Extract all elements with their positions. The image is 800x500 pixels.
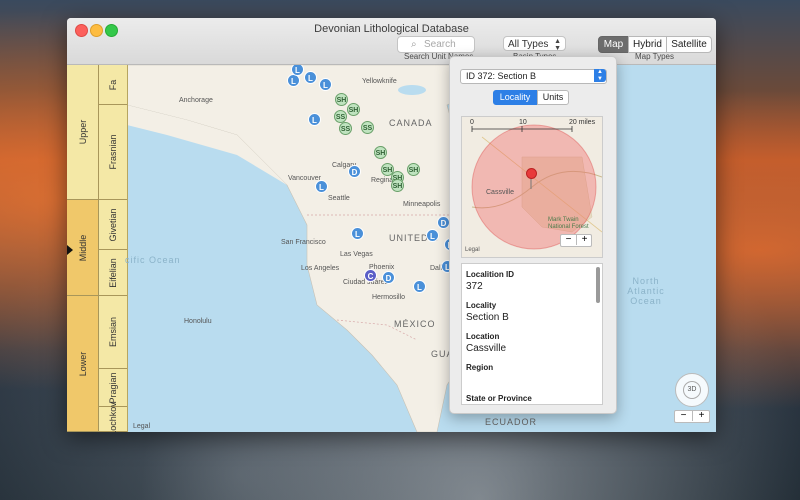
map-label: Minneapolis <box>403 201 441 208</box>
field-label: Region <box>466 363 494 372</box>
stage-eifelian[interactable]: Eifelian <box>99 250 127 296</box>
scale-tick: 10 <box>519 119 527 126</box>
locality-details: Localition ID 372 Locality Section B Loc… <box>461 263 603 405</box>
map-label: Anchorage <box>179 97 213 104</box>
map-label: San Francisco <box>281 239 326 246</box>
map-pin[interactable]: L <box>308 113 321 126</box>
stage-label: Pragian <box>108 371 118 404</box>
map-pin[interactable]: SS <box>361 121 374 134</box>
compass-control[interactable]: 3D <box>675 373 709 407</box>
stage-givetian[interactable]: Givetian <box>99 200 127 250</box>
map-label: Seattle <box>328 195 350 202</box>
map-type-hybrid[interactable]: Hybrid <box>628 36 667 53</box>
field-label: Locality <box>466 301 497 310</box>
stratigraphic-column: Upper Middle Lower Fa Frasnian Givetian … <box>67 65 128 432</box>
toolbar: Devonian Lithological Database ⌕ Search … <box>67 18 716 65</box>
minimap-label: Mark Twain National Forest <box>548 217 589 230</box>
map-pin[interactable]: L <box>319 78 332 91</box>
locality-minimap[interactable]: 0 10 20 miles Cassville Mark Twain Natio… <box>461 116 603 258</box>
map-pin[interactable]: SH <box>391 179 404 192</box>
epoch-label: Lower <box>77 351 88 376</box>
field-label: Localition ID <box>466 270 514 279</box>
map-types-caption: Map Types <box>635 52 674 61</box>
stage-fa[interactable]: Fa <box>99 65 127 105</box>
map-pin[interactable]: L <box>413 280 426 293</box>
map-zoom-control[interactable]: − + <box>674 410 710 423</box>
search-icon: ⌕ <box>411 39 417 50</box>
epoch-label: Upper <box>77 119 88 145</box>
ocean-label: North Atlantic Ocean <box>627 276 665 306</box>
map-pin[interactable]: SH <box>347 103 360 116</box>
map-label: CANADA <box>389 118 433 128</box>
map-label: ECUADOR <box>485 417 538 427</box>
map-pin[interactable]: L <box>315 180 328 193</box>
epoch-upper[interactable]: Upper <box>67 65 99 200</box>
detail-popover: ID 372: Section B ▲ ▼ Locality Units 0 10… <box>449 56 617 414</box>
field-label: State or Province <box>466 394 532 403</box>
map-label: Yellowknife <box>362 78 397 85</box>
stage-lochkovian[interactable]: Lochkov <box>99 402 127 432</box>
map-legal-link[interactable]: Legal <box>133 423 150 430</box>
epoch-lower[interactable]: Lower <box>67 296 99 432</box>
map-pin[interactable]: L <box>304 71 317 84</box>
minimap-zoom-out-button[interactable]: − <box>561 235 576 245</box>
minimap-zoom-control[interactable]: − + <box>560 234 592 247</box>
map-pin[interactable]: L <box>351 227 364 240</box>
map-pin[interactable]: D <box>382 271 395 284</box>
field-value: Section B <box>466 312 509 323</box>
map-label: Regina <box>371 177 394 184</box>
map-label: Los Angeles <box>301 265 340 272</box>
map-view[interactable]: Upper Middle Lower Fa Frasnian Givetian … <box>67 65 716 432</box>
field-label: Location <box>466 332 500 341</box>
record-select[interactable]: ID 372: Section B ▲ ▼ <box>460 69 607 84</box>
app-window: Devonian Lithological Database ⌕ Search … <box>67 18 716 432</box>
map-pin[interactable]: SH <box>407 163 420 176</box>
minimap-label: Cassville <box>486 189 515 196</box>
zoom-out-button[interactable]: − <box>675 411 692 421</box>
search-input[interactable]: ⌕ Search <box>397 36 475 53</box>
scale-tick: 0 <box>470 119 474 126</box>
search-placeholder: Search <box>424 39 456 50</box>
map-label: MÉXICO <box>394 319 436 329</box>
tab-locality[interactable]: Locality <box>493 90 537 105</box>
map-pin[interactable]: L <box>426 229 439 242</box>
tab-units[interactable]: Units <box>537 90 569 105</box>
current-stage-arrow-icon <box>67 245 73 255</box>
updown-arrows-icon: ▲ ▼ <box>594 69 606 82</box>
scale-tick: 20 miles <box>569 119 596 126</box>
map-pin[interactable]: D <box>348 165 361 178</box>
stage-label: Frasnian <box>108 134 118 170</box>
location-pin-icon <box>526 168 537 179</box>
stage-label: Givetian <box>108 207 118 242</box>
stage-label: Fa <box>108 79 118 90</box>
field-value: 372 <box>466 281 483 292</box>
stage-label: Emsian <box>108 316 118 348</box>
ocean-label: cific Ocean <box>125 255 181 265</box>
map-pin[interactable]: SS <box>339 122 352 135</box>
stage-emsian[interactable]: Emsian <box>99 296 127 369</box>
zoom-in-button[interactable]: + <box>692 411 710 421</box>
map-pin[interactable]: C <box>364 269 377 282</box>
details-scrollbar[interactable] <box>596 267 600 303</box>
window-title: Devonian Lithological Database <box>314 23 469 35</box>
stage-frasnian[interactable]: Frasnian <box>99 105 127 200</box>
field-value: Cassville <box>466 343 507 354</box>
updown-arrows-icon: ▲ ▼ <box>554 38 561 52</box>
stage-label: Lochkov <box>108 402 118 432</box>
map-label: Hermosillo <box>372 294 406 301</box>
map-label: Las Vegas <box>340 251 373 258</box>
map-type-satellite[interactable]: Satellite <box>666 36 712 53</box>
basin-type-value: All Types <box>508 39 549 50</box>
map-pin[interactable]: SH <box>335 93 348 106</box>
record-select-value: ID 372: Section B <box>466 71 537 81</box>
3d-toggle[interactable]: 3D <box>683 381 701 399</box>
epoch-label: Middle <box>77 234 88 261</box>
stage-label: Eifelian <box>108 257 118 288</box>
minimap-legal-link[interactable]: Legal <box>465 247 480 253</box>
map-label: Honolulu <box>184 318 212 325</box>
minimap-zoom-in-button[interactable]: + <box>576 235 592 245</box>
map-pin[interactable]: SH <box>374 146 387 159</box>
basin-type-select[interactable]: All Types ▲ ▼ <box>503 36 566 52</box>
map-type-map[interactable]: Map <box>598 36 629 53</box>
